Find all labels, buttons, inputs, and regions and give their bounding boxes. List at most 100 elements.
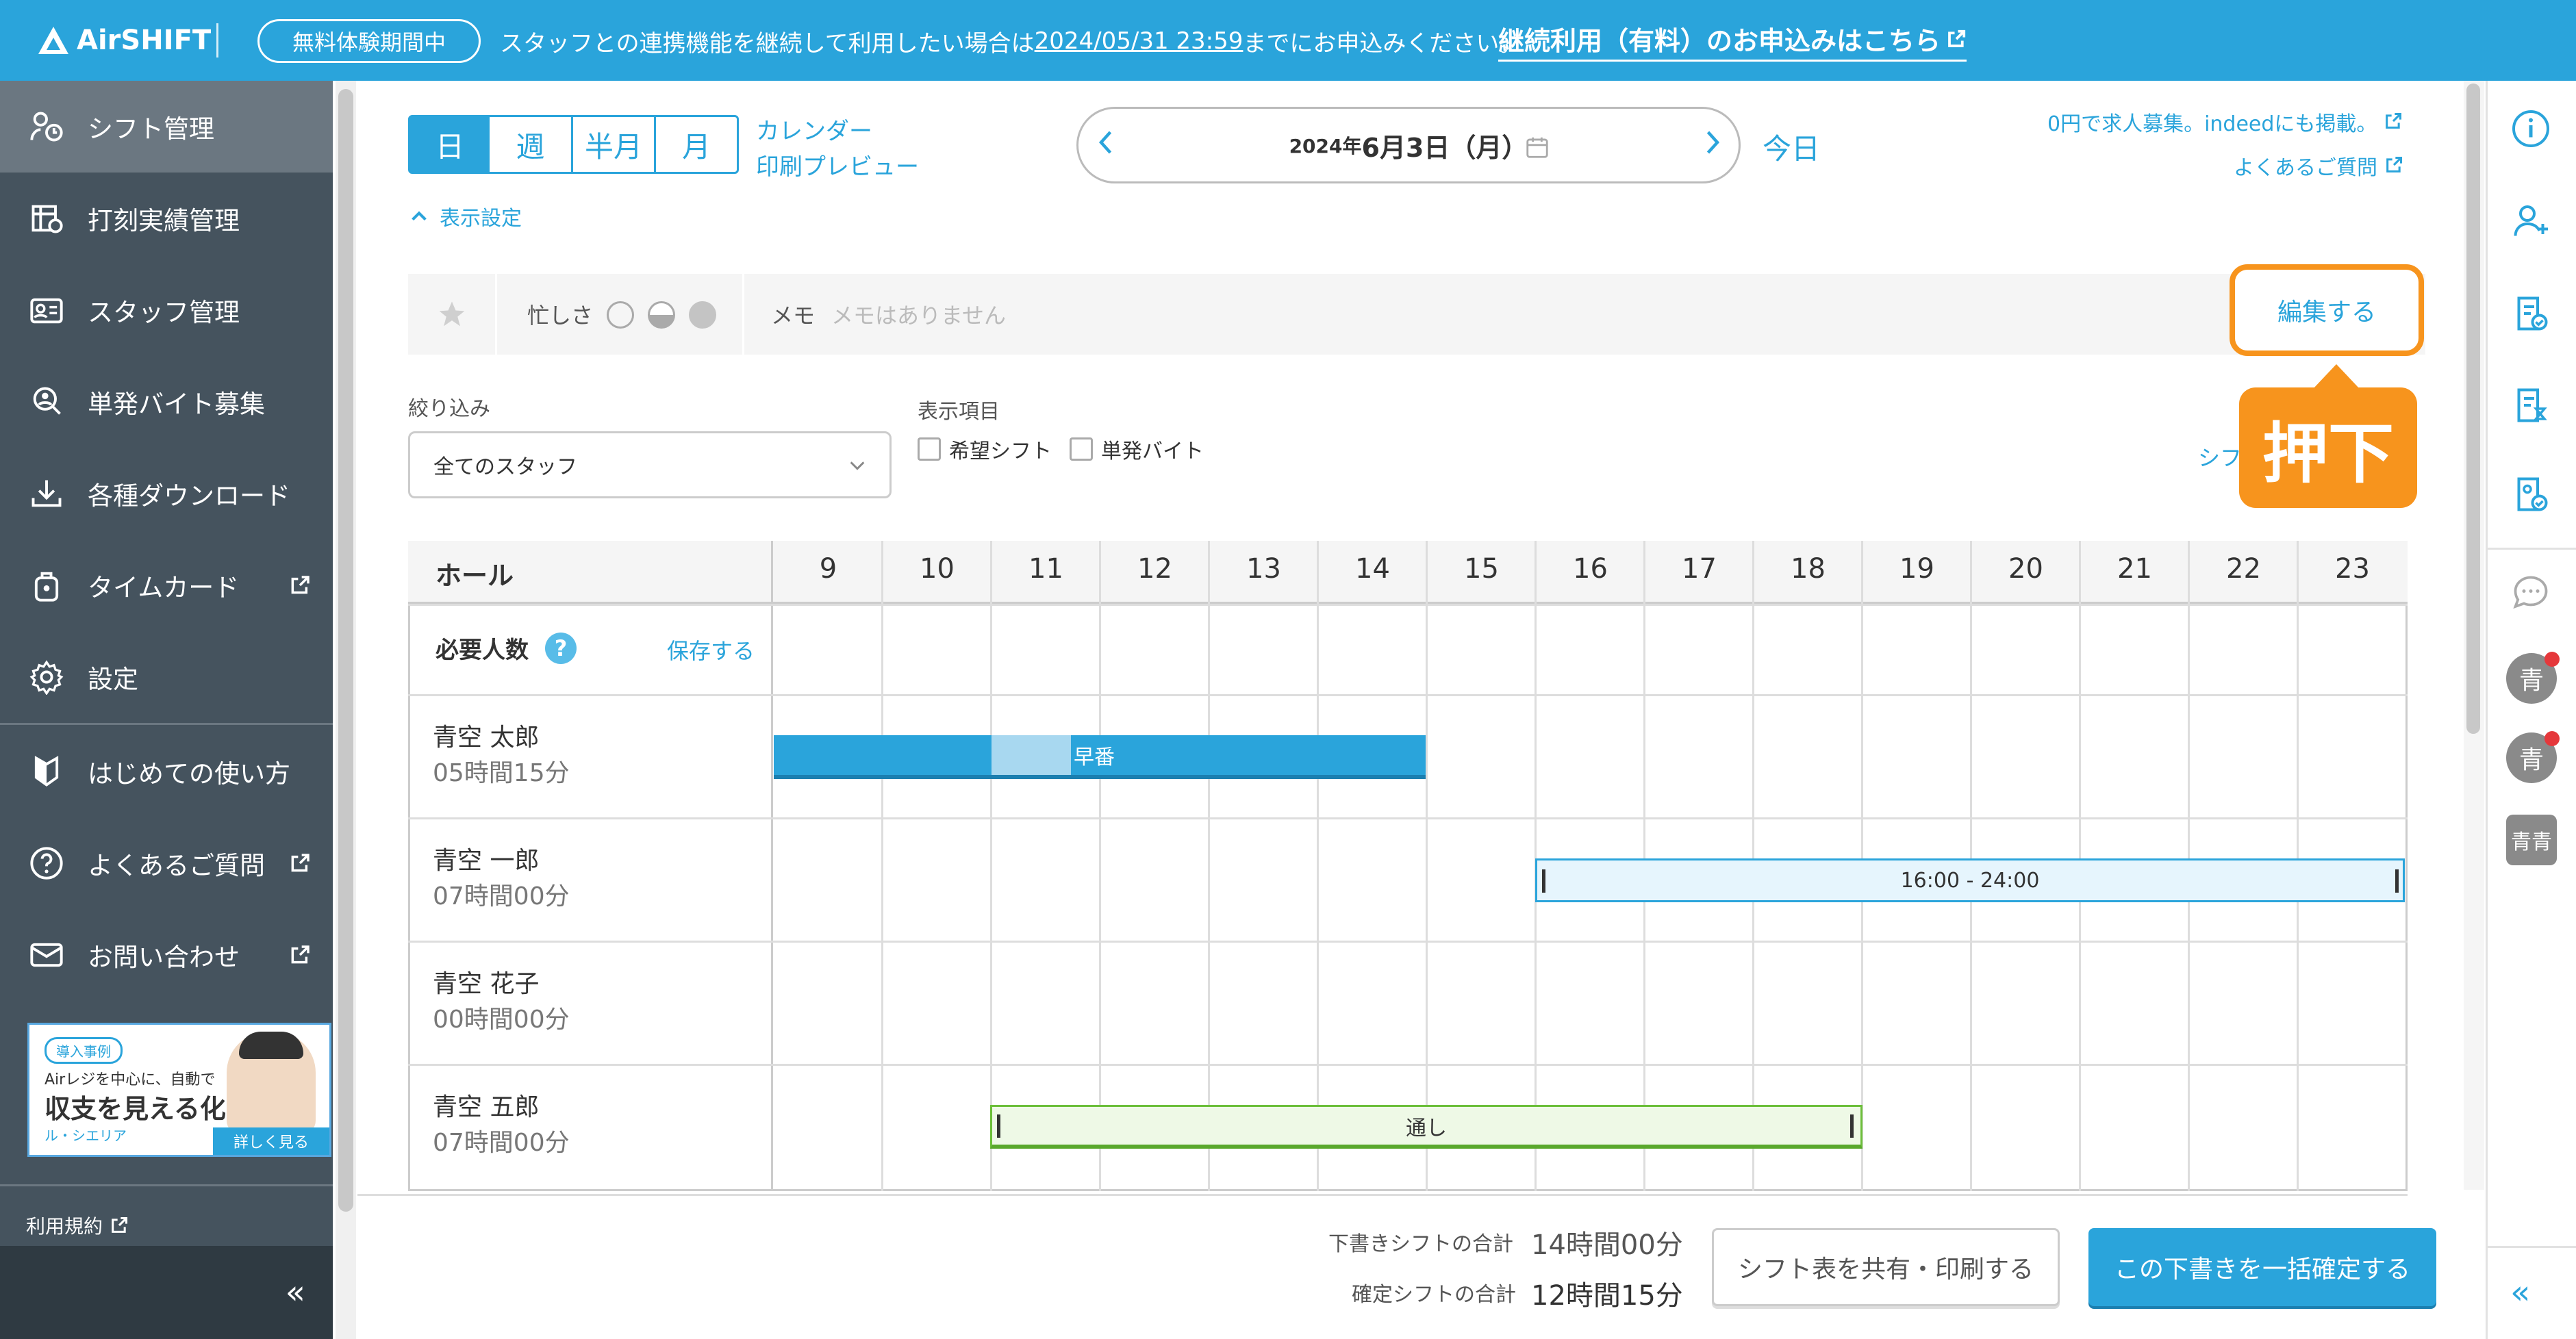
chevron-right-icon [1706, 131, 1720, 154]
view-halfmonth-button[interactable]: 半月 [571, 115, 656, 174]
faq-link-label: よくあるご質問 [2234, 156, 2377, 180]
chat-icon[interactable] [2510, 572, 2551, 613]
date-year: 2024年 [1289, 135, 1362, 157]
staff-hours: 00時間00分 [433, 1006, 570, 1034]
banner-message-prefix: スタッフとの連携機能を継続して利用したい場合は [500, 29, 1035, 58]
staff-name[interactable]: 青空 五郎 [433, 1087, 539, 1123]
help-icon[interactable]: ? [545, 633, 577, 664]
continue-subscription-link[interactable]: 継続利用（有料）のお申込みはこちら [1498, 18, 1967, 62]
view-week-button[interactable]: 週 [490, 115, 573, 174]
sidebar-divider [0, 1184, 333, 1186]
calendar-print-preview-link[interactable]: カレンダー 印刷プレビュー [756, 114, 919, 185]
date-label: 6月3日（月） [1361, 132, 1528, 163]
external-link-icon [291, 854, 310, 872]
callout-arrow [2313, 364, 2360, 389]
sidebar-item-timecard[interactable]: タイムカード [0, 539, 333, 631]
document-timer-icon[interactable] [2510, 385, 2551, 426]
staff-name[interactable]: 青空 太郎 [433, 717, 539, 753]
sidebar-item-shift[interactable]: シフト管理 [0, 81, 333, 173]
oneoff-job-checkbox[interactable]: 単発バイト [1070, 435, 1204, 463]
group-avatar[interactable]: 青青 [2506, 815, 2557, 865]
previous-day-button[interactable] [1093, 126, 1117, 167]
shift-bar-full[interactable]: 通し [990, 1105, 1862, 1149]
external-link-icon [2386, 156, 2402, 173]
sidebar-item-contact[interactable]: お問い合わせ [0, 909, 333, 1001]
main-scrollbar-thumb[interactable] [338, 89, 353, 1212]
sidebar-item-recruit[interactable]: 単発バイト募集 [0, 356, 333, 448]
sidebar-item-label: シフト管理 [88, 114, 214, 144]
next-day-button[interactable] [1701, 126, 1726, 167]
shift-bar-label: 通し [1406, 1116, 1447, 1140]
job-posting-link[interactable]: 0円で求人募集。indeedにも掲載。 [2047, 107, 2403, 137]
share-print-button[interactable]: シフト表を共有・印刷する [1712, 1228, 2060, 1306]
view-day-button[interactable]: 日 [408, 115, 492, 174]
shift-bar-draft[interactable]: 16:00 - 24:00 [1535, 858, 2405, 902]
display-items-label: 表示項目 [918, 400, 1000, 424]
airshift-logo[interactable]: AirSHIFT [38, 19, 271, 62]
today-button[interactable]: 今日 [1763, 126, 1820, 168]
checkbox-label: 単発バイト [1101, 439, 1204, 463]
external-link-icon [291, 576, 310, 594]
terms-link-label: 利用規約 [26, 1215, 103, 1238]
sidebar-item-faq[interactable]: よくあるご質問 [0, 817, 333, 909]
checkbox-box[interactable] [918, 437, 941, 461]
faq-link[interactable]: よくあるご質問 [2234, 151, 2403, 181]
checkbox-box[interactable] [1070, 437, 1093, 461]
busy-label: 忙しさ [527, 303, 594, 329]
sidebar-item-beginner[interactable]: はじめての使い方 [0, 726, 333, 817]
display-settings-label: 表示設定 [440, 207, 522, 231]
busy-level-low-icon[interactable] [607, 301, 634, 329]
logo-triangle-icon [38, 27, 68, 54]
resize-handle-right[interactable] [1850, 1114, 1854, 1138]
save-required-button[interactable]: 保存する [667, 634, 755, 665]
staff-name[interactable]: 青空 花子 [433, 964, 539, 999]
sidebar-item-settings[interactable]: 設定 [0, 631, 333, 723]
terms-link[interactable]: 利用規約 [26, 1212, 129, 1239]
busy-level-medium-icon[interactable] [648, 301, 675, 329]
resize-handle-left[interactable] [1542, 869, 1545, 893]
collapse-rail-button[interactable]: « [2510, 1273, 2530, 1312]
recruit-icon [27, 383, 66, 421]
wish-shift-checkbox[interactable]: 希望シフト [918, 435, 1052, 463]
grid-scrollbar-thumb[interactable] [2466, 84, 2480, 734]
edit-memo-button[interactable]: 編集する [2230, 264, 2424, 356]
staff-filter-select[interactable]: 全てのスタッフ [408, 431, 892, 498]
staff-avatar[interactable]: 青 [2506, 652, 2560, 704]
view-month-button[interactable]: 月 [654, 115, 739, 174]
section-label: ホール [435, 561, 514, 591]
busy-level-high-icon[interactable] [689, 301, 716, 329]
print-preview-line1: カレンダー [756, 118, 872, 145]
calendar-icon[interactable] [1524, 134, 1550, 160]
sidebar-item-label: お問い合わせ [88, 943, 240, 972]
date-navigator[interactable]: 2024年 6月3日（月） [1076, 107, 1741, 183]
resize-handle-left[interactable] [997, 1114, 1000, 1138]
sidebar-item-download[interactable]: 各種ダウンロード [0, 448, 333, 539]
resize-handle-right[interactable] [2395, 869, 2399, 893]
user-document-check-icon[interactable] [2510, 474, 2551, 515]
ad-detail-button[interactable]: 詳しく見る [213, 1127, 329, 1155]
avatar-initial: 青 [2518, 746, 2544, 774]
staff-name[interactable]: 青空 一郎 [433, 841, 539, 876]
sidebar-item-timestamp[interactable]: 打刻実績管理 [0, 173, 333, 264]
collapse-sidebar-button[interactable]: « [0, 1246, 333, 1339]
display-settings-toggle[interactable]: 表示設定 [409, 201, 522, 231]
info-icon[interactable] [2510, 108, 2551, 149]
sidebar-item-label: 単発バイト募集 [88, 390, 265, 419]
mail-icon [27, 936, 66, 974]
draft-total-label: 下書きシフトの合計 [1328, 1232, 1513, 1256]
bulk-confirm-button[interactable]: この下書きを一括確定する [2088, 1228, 2436, 1306]
sidebar-item-staff[interactable]: スタッフ管理 [0, 264, 333, 356]
notification-dot [2545, 731, 2560, 746]
add-user-icon[interactable] [2510, 200, 2551, 241]
logo-text: AirSHIFT [77, 25, 212, 56]
avatar-initial: 青青 [2511, 830, 2552, 854]
favorite-star-cell[interactable] [408, 274, 497, 355]
case-study-ad-banner[interactable]: 導入事例 Airレジを中心に、自動で 収支を見える化 ル・シエリア 詳しく見る [27, 1023, 331, 1157]
filter-label: 絞り込み [408, 397, 490, 421]
staff-avatar[interactable]: 青 [2506, 731, 2560, 783]
shift-link-partial[interactable]: シフ [2198, 441, 2242, 472]
hour-header: 10 [920, 553, 955, 585]
document-check-icon[interactable] [2510, 293, 2551, 334]
staff-hours: 05時間15分 [433, 759, 570, 787]
hour-header: 15 [1464, 553, 1499, 585]
